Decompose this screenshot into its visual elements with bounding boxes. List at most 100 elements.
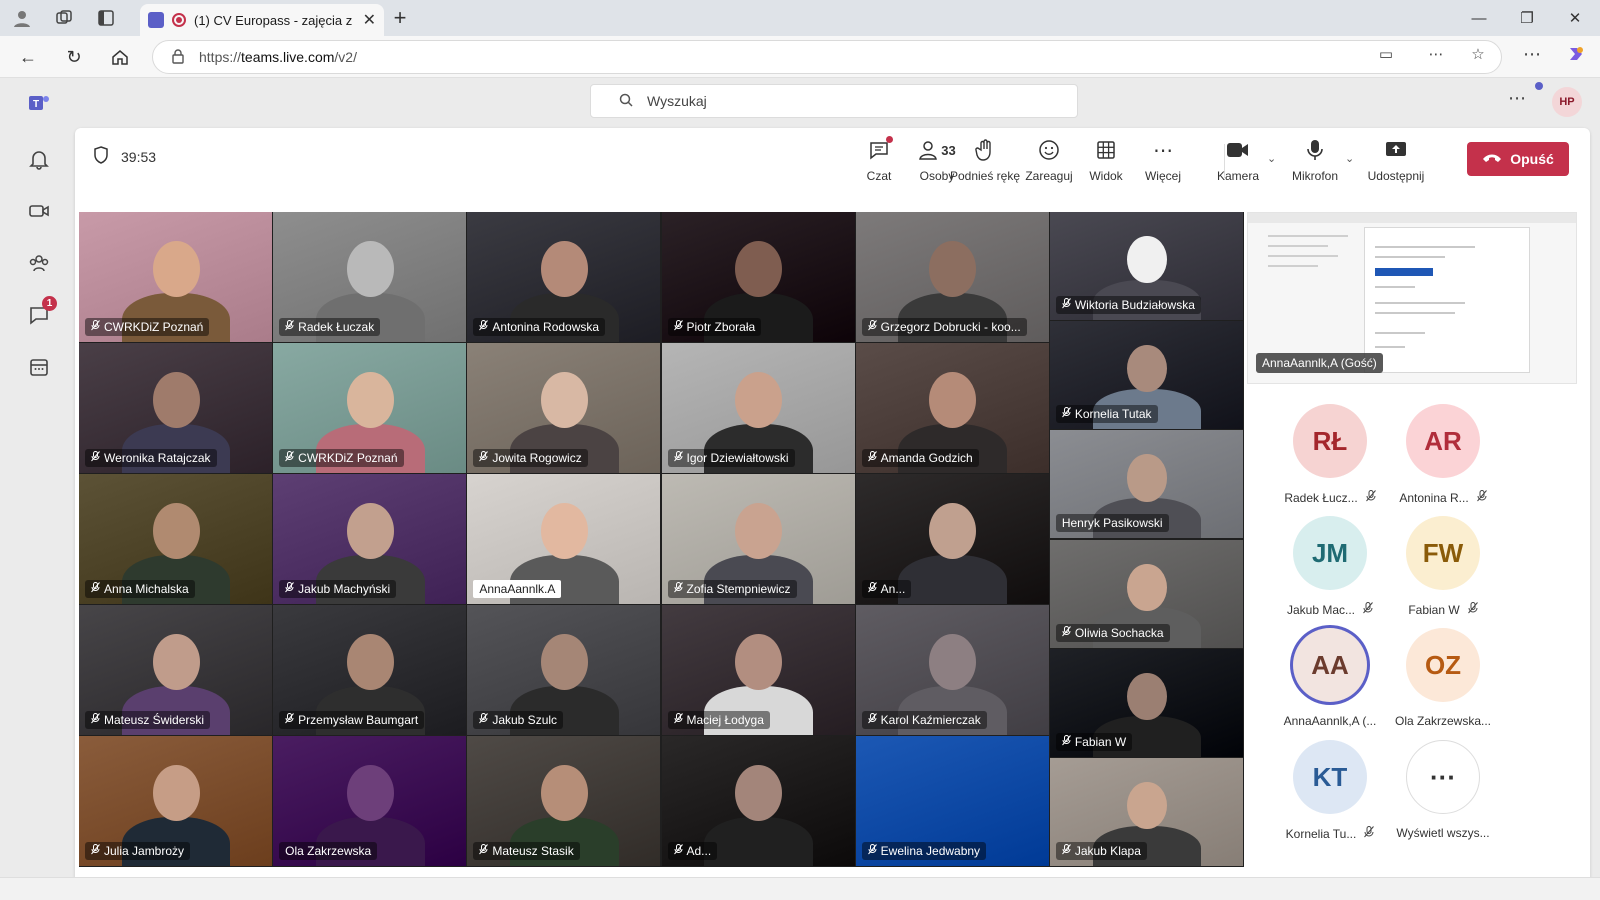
shield-icon[interactable] [93,146,109,167]
video-tile[interactable]: Maciej Łodyga [661,605,855,735]
back-icon[interactable]: ← [14,43,42,71]
minimize-icon[interactable]: — [1456,0,1502,36]
react-button[interactable]: Zareaguj [1019,136,1079,183]
browser-menu-icon[interactable]: ⋯ [1520,42,1544,66]
participant-avatar[interactable]: KT Kornelia Tu... [1275,740,1385,841]
video-tile[interactable]: Anna Michalska [79,474,273,604]
user-avatar[interactable]: HP [1552,87,1582,117]
participant-face [1127,672,1167,720]
copilot-icon[interactable] [1564,42,1588,66]
profile-icon[interactable] [10,6,34,30]
more-button[interactable]: ⋯ Więcej [1133,136,1193,184]
participant-face [152,371,200,429]
mic-off-icon [673,713,683,727]
video-name-tag: Julia Jambroży [85,842,191,860]
url-text: https://teams.live.com/v2/ [199,49,357,65]
teams-logo-icon[interactable]: T [24,88,54,118]
video-tile[interactable]: Jakub Klapa [1049,757,1243,866]
participant-avatar[interactable]: AA AnnaAannlk,A (... [1275,628,1385,728]
show-all-more-icon: ··· [1406,740,1480,814]
video-tile[interactable]: Grzegorz Dobrucki - koo... [855,212,1049,342]
meet-video-icon[interactable] [24,196,54,226]
calendar-icon[interactable] [24,352,54,382]
video-name-tag: Mateusz Stasik [473,842,580,860]
participant-avatar[interactable]: FW Fabian W [1388,516,1498,617]
read-aloud-icon[interactable]: ⋯ [1424,42,1448,66]
tab-title: (1) CV Europass - zajęcia z A [194,12,355,28]
mic-off-icon [479,844,489,858]
video-name-tag: Zofia Stempniewicz [667,580,797,598]
search-input[interactable]: Wyszukaj [590,84,1078,118]
favorite-star-icon[interactable]: ☆ [1466,42,1490,66]
video-tile[interactable]: Julia Jambroży [79,736,273,866]
video-tile[interactable]: Zofia Stempniewicz [661,474,855,604]
video-name-text: CWRKDiZ Poznań [104,320,204,334]
close-tab-icon[interactable]: ✕ [363,10,376,30]
participant-avatar[interactable]: RŁ Radek Łucz... [1275,404,1385,505]
video-tile[interactable]: Fabian W [1049,648,1243,757]
video-tile[interactable]: Przemysław Baumgart [273,605,467,735]
maximize-icon[interactable]: ❐ [1504,0,1550,36]
view-button[interactable]: Widok [1076,136,1136,183]
participant-avatar[interactable]: JM Jakub Mac... [1275,516,1385,617]
video-name-text: Igor Dziewiałtowski [686,451,789,465]
video-tile[interactable]: Mateusz Świderski [79,605,273,735]
video-tile[interactable]: Kornelia Tutak [1049,321,1243,430]
video-tile[interactable]: Radek Łuczak [273,212,467,342]
video-name-tag: Antonina Rodowska [473,318,606,336]
video-tile[interactable]: Wiktoria Budziałowska [1049,212,1243,321]
video-tile[interactable]: Henryk Pasikowski [1049,430,1243,539]
video-name-text: Jakub Szulc [492,713,558,727]
mic-off-icon [1061,734,1071,749]
tab-actions-icon[interactable] [94,6,118,30]
communities-icon[interactable] [24,248,54,278]
participant-avatar[interactable]: OZ Ola Zakrzewska... [1388,628,1498,728]
video-tile[interactable]: Ad... [661,736,855,866]
workspaces-icon[interactable] [52,6,76,30]
more-options-icon[interactable]: ⋯ [1508,88,1526,109]
close-window-icon[interactable]: ✕ [1552,0,1598,36]
new-tab-icon[interactable]: + [388,5,412,30]
video-tile[interactable]: Ewelina Jedwabny [855,736,1049,866]
mic-off-icon [673,451,683,465]
camera-in-use-icon[interactable]: ▭ [1374,42,1398,66]
participant-avatar[interactable]: AR Antonina R... [1388,404,1498,505]
reload-icon[interactable]: ↻ [60,43,88,71]
home-icon[interactable] [106,43,134,71]
share-button[interactable]: Udostępnij [1363,136,1429,183]
video-tile[interactable]: Jowita Rogowicz [467,343,661,473]
participant-silhouette [704,817,813,866]
participant-face [1127,454,1167,502]
video-tile[interactable]: Piotr Zborała [661,212,855,342]
video-tile[interactable]: Igor Dziewiałtowski [661,343,855,473]
mic-options-chevron-icon[interactable]: ⌄ [1345,152,1354,165]
video-tile[interactable]: CWRKDiZ Poznań [273,343,467,473]
video-tile[interactable]: Oliwia Sochacka [1049,539,1243,648]
video-grid: CWRKDiZ Poznań Radek Łuczak Antonina Rodow… [79,212,1244,867]
leave-button[interactable]: Opuść [1467,142,1569,176]
video-tile[interactable]: Amanda Godzich [855,343,1049,473]
video-tile[interactable]: Jakub Szulc [467,605,661,735]
video-tile[interactable]: AnnaAannlk.A [467,474,661,604]
url-field[interactable]: https://teams.live.com/v2/ [152,40,1502,74]
teams-favicon-icon [148,12,164,28]
video-tile[interactable]: CWRKDiZ Poznań [79,212,273,342]
shared-screen-preview[interactable]: AnnaAannlk,A (Gość) [1247,212,1577,384]
video-tile[interactable]: Jakub Machyński [273,474,467,604]
video-tile[interactable]: Antonina Rodowska [467,212,661,342]
raise-hand-button[interactable]: Podnieś rękę [950,136,1020,183]
activity-bell-icon[interactable] [24,144,54,174]
chat-button[interactable]: Czat [849,136,909,183]
mic-button[interactable]: Mikrofon [1285,136,1345,183]
chat-icon[interactable]: 1 [24,296,57,330]
video-tile[interactable]: Mateusz Stasik [467,736,661,866]
video-tile[interactable]: An... [855,474,1049,604]
participant-avatar[interactable]: ··· Wyświetl wszys... [1388,740,1498,840]
camera-options-chevron-icon[interactable]: ⌄ [1267,152,1276,165]
camera-button[interactable]: Kamera [1208,136,1268,183]
video-tile[interactable]: Ola Zakrzewska [273,736,467,866]
video-name-text: Mateusz Stasik [492,844,574,858]
browser-tab-active[interactable]: (1) CV Europass - zajęcia z A ✕ [140,4,384,36]
video-tile[interactable]: Karol Kaźmierczak [855,605,1049,735]
video-tile[interactable]: Weronika Ratajczak [79,343,273,473]
